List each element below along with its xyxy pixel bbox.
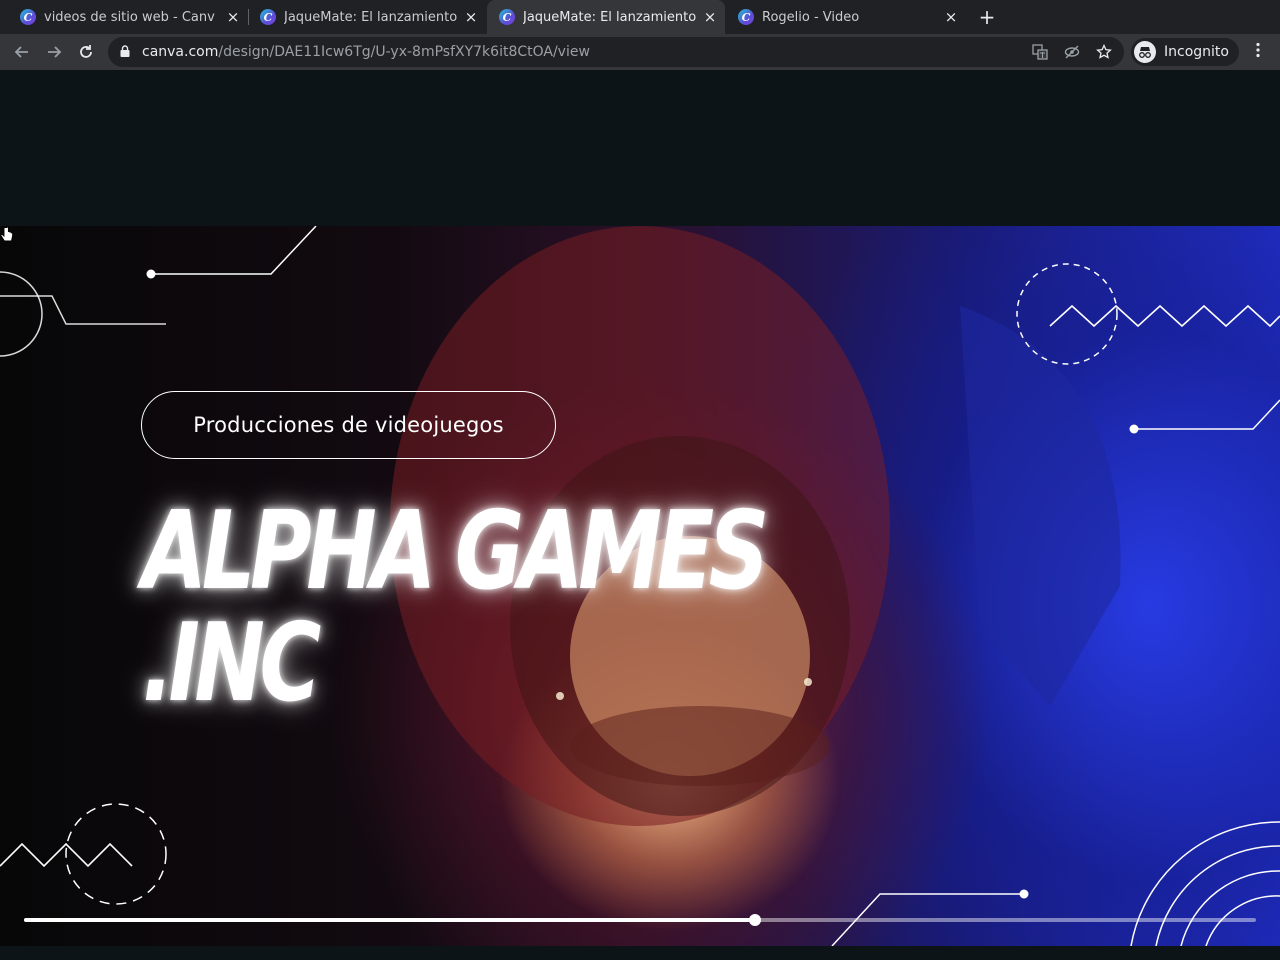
new-tab-button[interactable]: + <box>975 5 999 29</box>
tagline-pill: Producciones de videojuegos <box>141 391 556 459</box>
url-domain: canva.com <box>142 44 219 60</box>
tab-close-icon[interactable]: × <box>462 8 480 26</box>
deco-circle-left <box>0 271 43 357</box>
hand-cursor-icon <box>0 226 14 242</box>
tab-rogelio-video[interactable]: C Rogelio - Video × <box>726 0 966 34</box>
canva-favicon-icon: C <box>738 9 754 25</box>
tab-title: JaqueMate: El lanzamiento <box>523 9 697 25</box>
tab-jaquemate-1[interactable]: C JaqueMate: El lanzamiento × <box>248 0 486 34</box>
light-reflection <box>804 678 812 686</box>
helmet-side-shape <box>960 306 1121 706</box>
incognito-badge[interactable]: Incognito <box>1131 38 1239 66</box>
tab-close-icon[interactable]: × <box>942 8 960 26</box>
tab-videos-sitio-web[interactable]: C videos de sitio web - Canv × <box>8 0 248 34</box>
tab-close-icon[interactable]: × <box>701 8 719 26</box>
bookmark-star-icon[interactable] <box>1094 42 1114 62</box>
deco-arcs <box>1130 821 1280 946</box>
canva-favicon-icon: C <box>499 9 515 25</box>
tab-close-icon[interactable]: × <box>224 8 242 26</box>
progress-fill <box>24 918 755 922</box>
canva-favicon-icon: C <box>20 9 36 25</box>
light-reflection <box>556 692 564 700</box>
progress-bar[interactable] <box>24 914 1256 926</box>
headline-line-2: .INC <box>142 601 321 726</box>
url-text: canva.com/design/DAE11Icw6Tg/U-yx-8mPsfX… <box>142 44 590 60</box>
page-viewport: Producciones de videojuegos ALPHA GAMES … <box>0 70 1280 960</box>
translate-icon[interactable] <box>1030 42 1050 62</box>
deco-dot <box>146 269 156 279</box>
tracking-blocked-icon[interactable] <box>1062 42 1082 62</box>
deco-line-top <box>151 226 317 275</box>
tab-title: JaqueMate: El lanzamiento <box>284 9 458 25</box>
url-path: /design/DAE11Icw6Tg/U-yx-8mPsfXY7k6it8Ct… <box>218 44 590 60</box>
tab-strip: C videos de sitio web - Canv × C JaqueMa… <box>0 0 1280 34</box>
deco-dot <box>1129 424 1139 434</box>
progress-thumb[interactable] <box>748 914 761 926</box>
video-player[interactable]: Producciones de videojuegos ALPHA GAMES … <box>0 226 1280 946</box>
deco-dot <box>1019 889 1029 899</box>
forward-icon[interactable] <box>42 40 66 64</box>
back-icon[interactable] <box>10 40 34 64</box>
tab-title: Rogelio - Video <box>762 9 860 25</box>
deco-line-left <box>0 295 166 325</box>
tab-title: videos de sitio web - Canv <box>44 9 215 25</box>
lock-icon <box>120 45 130 57</box>
browser-toolbar: canva.com/design/DAE11Icw6Tg/U-yx-8mPsfX… <box>0 34 1280 70</box>
address-bar[interactable]: canva.com/design/DAE11Icw6Tg/U-yx-8mPsfX… <box>108 37 1124 67</box>
deco-line-right <box>1134 399 1280 430</box>
canva-favicon-icon: C <box>260 9 276 25</box>
deco-zigzag-right <box>1049 304 1280 328</box>
menu-dots-icon[interactable] <box>1250 42 1266 62</box>
deco-dashed-circle-left <box>65 803 167 905</box>
reload-icon[interactable] <box>74 40 98 64</box>
incognito-label: Incognito <box>1164 44 1229 60</box>
tab-jaquemate-active[interactable]: C JaqueMate: El lanzamiento × <box>487 0 725 34</box>
incognito-icon <box>1134 41 1156 63</box>
headline-line-1: ALPHA GAMES <box>142 489 769 614</box>
collar-shape <box>570 706 830 786</box>
headline: ALPHA GAMES .INC <box>142 489 769 726</box>
